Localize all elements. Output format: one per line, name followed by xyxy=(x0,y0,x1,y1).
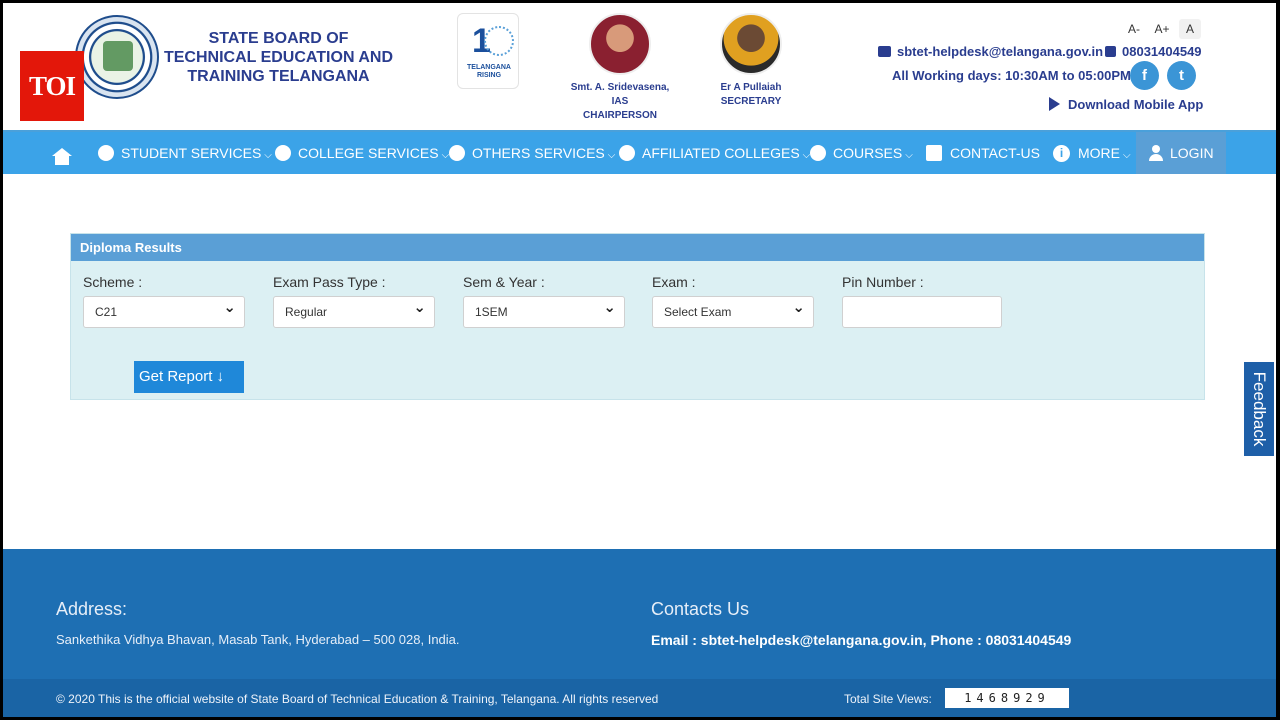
get-report-button[interactable]: Get Report ↓ xyxy=(134,361,244,393)
working-hours: All Working days: 10:30AM to 05:00PM xyxy=(892,68,1131,83)
mail-icon xyxy=(878,46,891,57)
gear-icon xyxy=(98,145,114,161)
scheme-label: Scheme : xyxy=(83,274,143,290)
contacts-heading: Contacts Us xyxy=(651,599,750,619)
copyright-text: © 2020 This is the official website of S… xyxy=(56,692,659,706)
pass-type-field: Exam Pass Type : Regular xyxy=(273,274,435,328)
chairperson-title: IAS xyxy=(611,96,629,107)
secretary-name: Er A Pullaiah xyxy=(720,82,782,93)
address-heading: Address: xyxy=(56,599,128,619)
site-views-counter: 1468929 xyxy=(945,688,1069,708)
scheme-field: Scheme : C21 xyxy=(83,274,245,328)
contacts-text: Email : sbtet-helpdesk@telangana.gov.in,… xyxy=(651,632,1072,648)
pin-input[interactable] xyxy=(842,296,1002,328)
pass-type-select[interactable]: Regular xyxy=(273,293,435,328)
address-text: Sankethika Vidhya Bhavan, Masab Tank, Hy… xyxy=(56,632,460,647)
site-views-label: Total Site Views: xyxy=(844,692,932,706)
sem-year-select[interactable]: 1SEM xyxy=(463,293,625,328)
exam-label: Exam : xyxy=(652,274,696,290)
copyright-bar: © 2020 This is the official website of S… xyxy=(3,679,1276,717)
telangana-rising-logo: 1 TELANGANA RISING xyxy=(457,13,519,89)
contact-icon xyxy=(926,145,942,161)
exam-field: Exam : Select Exam xyxy=(652,274,814,328)
main-nav: STUDENT SERVICES ⌵ COLLEGE SERVICES ⌵ OTHE… xyxy=(3,130,1276,174)
sbtet-emblem-logo[interactable] xyxy=(75,15,159,99)
header-phone[interactable]: 08031404549 xyxy=(1105,44,1202,59)
chairperson-name: Smt. A. Sridevasena, xyxy=(570,82,670,93)
chairperson-photo xyxy=(589,13,651,75)
nav-more[interactable]: i MORE ⌵ xyxy=(1053,132,1131,174)
gear-icon xyxy=(449,145,465,161)
font-reset-button[interactable]: A xyxy=(1179,19,1201,39)
secretary-photo xyxy=(720,13,782,75)
page: TOI STATE BOARD OF TECHNICAL EDUCATION A… xyxy=(3,3,1276,717)
gear-icon xyxy=(275,145,291,161)
gear-icon xyxy=(619,145,635,161)
toi-badge: TOI xyxy=(20,51,84,121)
download-app-link[interactable]: Download Mobile App xyxy=(1049,97,1203,112)
font-increase-button[interactable]: A+ xyxy=(1151,19,1173,39)
user-icon xyxy=(1148,145,1164,161)
nav-courses[interactable]: COURSES ⌵ xyxy=(810,132,913,174)
chairperson-role: CHAIRPERSON xyxy=(583,110,657,121)
home-icon xyxy=(52,148,72,165)
nav-others-services[interactable]: OTHERS SERVICES ⌵ xyxy=(449,132,615,174)
org-title: STATE BOARD OF TECHNICAL EDUCATION AND T… xyxy=(163,30,394,85)
sem-year-field: Sem & Year : 1SEM xyxy=(463,274,625,328)
nav-home[interactable] xyxy=(52,132,72,174)
pin-field: Pin Number : xyxy=(842,274,1004,328)
facebook-icon[interactable]: f xyxy=(1130,61,1159,90)
twitter-icon[interactable]: t xyxy=(1167,61,1196,90)
sem-year-label: Sem & Year : xyxy=(463,274,545,290)
secretary-profile: Er A Pullaiah SECRETARY xyxy=(701,13,801,109)
scheme-select[interactable]: C21 xyxy=(83,293,245,328)
feedback-tab[interactable]: Feedback xyxy=(1242,360,1276,458)
font-decrease-button[interactable]: A- xyxy=(1123,19,1145,39)
nav-login[interactable]: LOGIN xyxy=(1136,132,1226,174)
nav-student-services[interactable]: STUDENT SERVICES ⌵ xyxy=(98,132,272,174)
panel-title: Diploma Results xyxy=(71,234,1204,261)
header-email[interactable]: sbtet-helpdesk@telangana.gov.in xyxy=(878,44,1103,59)
gear-icon xyxy=(810,145,826,161)
info-icon: i xyxy=(1053,145,1070,162)
phone-icon xyxy=(1105,46,1116,57)
nav-college-services[interactable]: COLLEGE SERVICES ⌵ xyxy=(275,132,449,174)
exam-select[interactable]: Select Exam xyxy=(652,293,814,328)
pass-type-label: Exam Pass Type : xyxy=(273,274,386,290)
site-footer: Address: Sankethika Vidhya Bhavan, Masab… xyxy=(3,549,1276,679)
nav-affiliated-colleges[interactable]: AFFILIATED COLLEGES ⌵ xyxy=(619,132,810,174)
secretary-role: SECRETARY xyxy=(720,96,782,107)
nav-contact-us[interactable]: CONTACT-US xyxy=(926,132,1040,174)
play-icon xyxy=(1049,97,1060,111)
chairperson-profile: Smt. A. Sridevasena, IAS CHAIRPERSON xyxy=(565,13,675,123)
pin-label: Pin Number : xyxy=(842,274,924,290)
diploma-results-panel: Diploma Results Scheme : C21 Exam Pass T… xyxy=(70,233,1205,400)
site-header: STATE BOARD OF TECHNICAL EDUCATION AND T… xyxy=(3,3,1276,130)
